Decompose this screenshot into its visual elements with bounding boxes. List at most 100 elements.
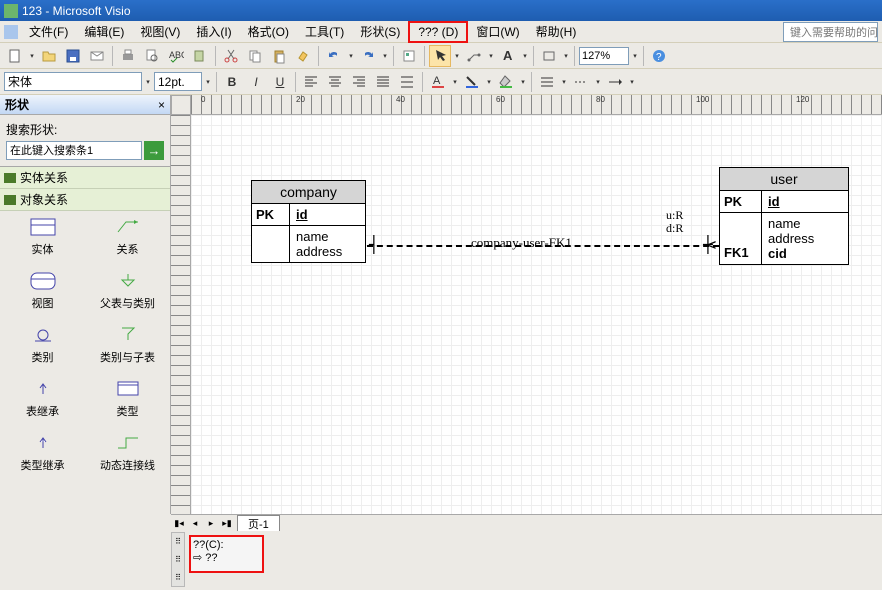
entity-user-fk-label: FK1	[720, 213, 762, 264]
shapes-window-button[interactable]	[398, 45, 420, 67]
text-dropdown[interactable]: ▾	[521, 47, 529, 65]
copy-button[interactable]	[244, 45, 266, 67]
shape-table-inherit[interactable]: 表继承	[7, 379, 79, 419]
line-color-button[interactable]	[461, 71, 483, 93]
shape-category-child[interactable]: 类别与子表	[92, 325, 164, 365]
stencil-object-relationship[interactable]: 对象关系	[0, 189, 170, 211]
zoom-dropdown[interactable]: ▾	[631, 47, 639, 65]
save-button[interactable]	[62, 45, 84, 67]
new-button[interactable]	[4, 45, 26, 67]
menu-shapes[interactable]: 形状(S)	[352, 21, 408, 42]
output-panel-grip[interactable]: ⠿⠿⠿	[171, 532, 185, 587]
ruler-vertical	[171, 115, 191, 514]
research-button[interactable]	[189, 45, 211, 67]
align-justify-button[interactable]	[372, 71, 394, 93]
help-search-input[interactable]: 键入需要帮助的问	[783, 22, 878, 42]
lineweight-dropdown[interactable]: ▾	[560, 73, 568, 91]
shapes-grid: 实体 关系 视图 父表与类别 类别 类别与子表 表继承 类型 类型继承 动态连接…	[0, 211, 170, 514]
preview-button[interactable]	[141, 45, 163, 67]
print-button[interactable]	[117, 45, 139, 67]
rectangle-tool-button[interactable]	[538, 45, 560, 67]
new-dropdown[interactable]: ▾	[28, 47, 36, 65]
redo-button[interactable]	[357, 45, 379, 67]
shape-type[interactable]: 类型	[92, 379, 164, 419]
spelling-button[interactable]: ABC	[165, 45, 187, 67]
fillcolor-dropdown[interactable]: ▾	[519, 73, 527, 91]
entity-company[interactable]: company PK id name address	[251, 180, 366, 263]
toolbar-standard: ▾ ABC ▾ ▾ ▾ ▾ A▾ ▾ 127%▾ ?	[0, 43, 882, 69]
painter-button[interactable]	[292, 45, 314, 67]
font-color-button[interactable]: A	[427, 71, 449, 93]
font-size-select[interactable]: 12pt.	[154, 72, 202, 91]
canvas[interactable]: company PK id name address user PK	[191, 115, 882, 514]
tab-nav-last-button[interactable]: ▸▮	[219, 515, 235, 531]
help-button[interactable]: ?	[648, 45, 670, 67]
shapes-search-input[interactable]: 在此键入搜索条1	[6, 141, 142, 160]
menu-tools[interactable]: 工具(T)	[297, 21, 352, 42]
tab-nav-prev-button[interactable]: ◂	[187, 515, 203, 531]
menu-view[interactable]: 视图(V)	[132, 21, 188, 42]
underline-button[interactable]: U	[269, 71, 291, 93]
pointer-dropdown[interactable]: ▾	[453, 47, 461, 65]
stencil-icon	[4, 195, 16, 205]
fill-color-button[interactable]	[495, 71, 517, 93]
shape-view[interactable]: 视图	[7, 271, 79, 311]
redo-dropdown[interactable]: ▾	[381, 47, 389, 65]
bold-button[interactable]: B	[221, 71, 243, 93]
align-right-button[interactable]	[348, 71, 370, 93]
undo-button[interactable]	[323, 45, 345, 67]
zoom-input[interactable]: 127%	[579, 47, 629, 65]
menu-edit[interactable]: 编辑(E)	[76, 21, 132, 42]
stencil-icon	[4, 173, 16, 183]
shapes-search-label: 搜索形状:	[6, 121, 164, 138]
menu-file[interactable]: 文件(F)	[21, 21, 76, 42]
rect-dropdown[interactable]: ▾	[562, 47, 570, 65]
shape-category[interactable]: 类别	[7, 325, 79, 365]
undo-dropdown[interactable]: ▾	[347, 47, 355, 65]
lineends-dropdown[interactable]: ▾	[628, 73, 636, 91]
shape-parent-category[interactable]: 父表与类别	[92, 271, 164, 311]
cut-button[interactable]	[220, 45, 242, 67]
canvas-area: 0 20 40 60 80 100 120 company PK id name	[171, 95, 882, 514]
menu-database[interactable]: ??? (D)	[408, 21, 468, 43]
text-tool-button[interactable]: A	[497, 45, 519, 67]
shape-type-inherit[interactable]: 类型继承	[7, 433, 79, 473]
line-pattern-button[interactable]	[570, 71, 592, 93]
shape-relationship[interactable]: 关系	[92, 217, 164, 257]
fontsize-dropdown[interactable]: ▾	[204, 73, 212, 91]
shapes-panel-close-icon[interactable]: ×	[158, 98, 165, 112]
linecolor-dropdown[interactable]: ▾	[485, 73, 493, 91]
shape-entity[interactable]: 实体	[7, 217, 79, 257]
tab-nav-first-button[interactable]: ▮◂	[171, 515, 187, 531]
page-tab-1[interactable]: 页-1	[237, 515, 280, 531]
italic-button[interactable]: I	[245, 71, 267, 93]
entity-user-pk-field: id	[762, 191, 848, 212]
tab-nav-next-button[interactable]: ▸	[203, 515, 219, 531]
align-left-button[interactable]	[300, 71, 322, 93]
line-ends-button[interactable]	[604, 71, 626, 93]
shapes-search-go-button[interactable]: →	[144, 141, 164, 160]
entity-user[interactable]: user PK id FK1 name address cid	[719, 167, 849, 265]
line-weight-button[interactable]	[536, 71, 558, 93]
shape-dynamic-connector[interactable]: 动态连接线	[92, 433, 164, 473]
linepattern-dropdown[interactable]: ▾	[594, 73, 602, 91]
menu-format[interactable]: 格式(O)	[240, 21, 297, 42]
menu-window[interactable]: 窗口(W)	[468, 21, 527, 42]
menu-help[interactable]: 帮助(H)	[528, 21, 585, 42]
font-dropdown[interactable]: ▾	[144, 73, 152, 91]
align-center-button[interactable]	[324, 71, 346, 93]
app-icon	[4, 4, 18, 18]
fontcolor-dropdown[interactable]: ▾	[451, 73, 459, 91]
menu-insert[interactable]: 插入(I)	[188, 21, 239, 42]
pointer-tool-button[interactable]	[429, 45, 451, 67]
paste-button[interactable]	[268, 45, 290, 67]
distribute-button[interactable]	[396, 71, 418, 93]
app-title: 123 - Microsoft Visio	[22, 4, 131, 18]
stencil-entity-relationship[interactable]: 实体关系	[0, 167, 170, 189]
font-select[interactable]: 宋体	[4, 72, 142, 91]
email-button[interactable]	[86, 45, 108, 67]
rel-end-one-icon: ┤	[369, 235, 379, 254]
connector-dropdown[interactable]: ▾	[487, 47, 495, 65]
open-button[interactable]	[38, 45, 60, 67]
connector-tool-button[interactable]	[463, 45, 485, 67]
